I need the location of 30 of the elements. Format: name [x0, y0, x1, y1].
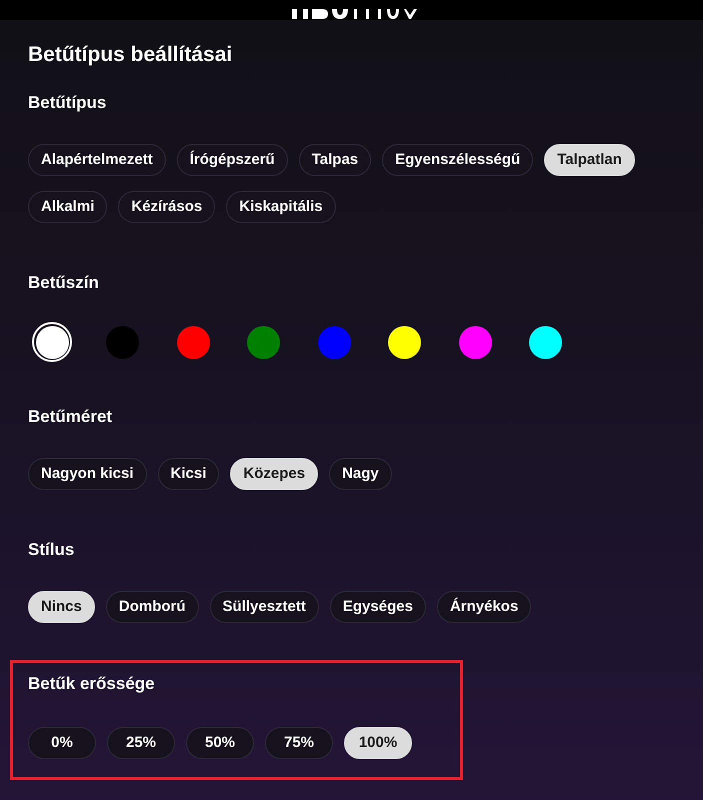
option-chip[interactable]: Nagy — [329, 458, 392, 490]
option-chip[interactable]: Talpatlan — [544, 144, 635, 176]
option-chip[interactable]: 50% — [186, 727, 254, 759]
option-chip[interactable]: Nagyon kicsi — [28, 458, 147, 490]
option-chip[interactable]: Nincs — [28, 591, 95, 623]
section-heading: Betűtípus — [28, 93, 108, 113]
option-chip[interactable]: Közepes — [230, 458, 318, 490]
option-chip[interactable]: 0% — [28, 727, 96, 759]
option-chip[interactable]: Domború — [106, 591, 199, 623]
option-chip[interactable]: 75% — [265, 727, 333, 759]
option-chip[interactable]: 25% — [107, 727, 175, 759]
option-chip[interactable]: Árnyékos — [436, 591, 532, 623]
section-heading: Stílus — [28, 540, 76, 560]
option-chip[interactable]: Talpas — [298, 144, 372, 176]
option-chip[interactable]: Egységes — [330, 591, 426, 623]
section-heading: Betűk erőssége — [28, 674, 156, 694]
page-title: Betűtípus beállításai — [28, 42, 234, 68]
section-heading: Betűméret — [28, 407, 114, 427]
option-chip[interactable]: Egyenszélességű — [382, 144, 534, 176]
option-chip[interactable]: Süllyesztett — [210, 591, 319, 623]
option-chip[interactable]: Alkalmi — [28, 191, 108, 223]
option-chip[interactable]: Alapértelmezett — [28, 144, 166, 176]
logo-icon — [292, 9, 417, 20]
section-heading: Betűszín — [28, 273, 100, 293]
option-chip[interactable]: Kiskapitális — [226, 191, 336, 223]
option-chip[interactable]: Kicsi — [158, 458, 220, 490]
color-swatch-icon[interactable] — [32, 322, 72, 362]
option-chip[interactable]: 100% — [344, 727, 412, 759]
option-chip[interactable]: Írógépszerű — [176, 144, 288, 176]
option-chip[interactable]: Kézírásos — [118, 191, 216, 223]
